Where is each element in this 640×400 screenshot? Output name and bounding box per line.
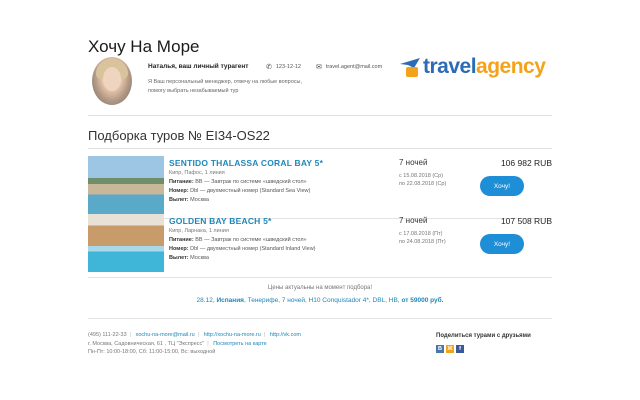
date-from: с 15.08.2018 (Ср) [399, 173, 444, 179]
footer-map-link[interactable]: Посмотреть на карте [213, 341, 267, 347]
site-title: Хочу На Море [88, 37, 200, 56]
offer-country: Испания [216, 297, 244, 304]
hotel-name[interactable]: GOLDEN BAY BEACH 5* [169, 216, 272, 226]
meal-label: Питание: [169, 237, 194, 243]
tour-nights: 7 ночей [399, 158, 428, 167]
logo-mark-icon [400, 56, 422, 78]
tour-card: SENTIDO THALASSA CORAL BAY 5* Кипр, Пафо… [88, 156, 552, 214]
share-icons: В Ж f [436, 345, 464, 353]
prices-actual-note: Цены актуальны на момент подбора! [267, 285, 373, 291]
room-value: Dbl — двухместный номер (Standard Sea Vi… [190, 188, 311, 194]
odnoklassniki-share-icon[interactable]: Ж [446, 345, 454, 353]
agent-email[interactable]: ✉ travel.agent@mail.com [316, 63, 382, 71]
footer-links-row: (495) 111-22-33 | xochu-na-more@mail.ru | … [88, 332, 301, 338]
email-template: Хочу На Море Наталья, ваш личный тураген… [88, 0, 552, 400]
hotel-location: Кипр, Пафос, 1 линия [169, 170, 225, 176]
date-to: по 24.08.2018 (Пт) [399, 239, 446, 245]
footer-site-link[interactable]: http://xochu-na-more.ru [204, 332, 261, 338]
room-label: Номер: [169, 246, 189, 252]
envelope-icon: ✉ [316, 64, 322, 71]
offer-price: от 59000 руб. [401, 297, 444, 304]
footer-contacts: (495) 111-22-33 | xochu-na-more@mail.ru | … [88, 331, 301, 357]
logo-word-travel: travel [423, 55, 477, 78]
room-info: Номер: Dbl — двухместный номер (Standard… [169, 188, 310, 194]
footer-phone[interactable]: (495) 111-22-33 [88, 332, 127, 338]
header-divider [88, 115, 552, 116]
meal-value: BB — Завтрак по системе «шведский стол» [195, 179, 307, 185]
footer-hours: Пн-Пт: 10:00-18:00, Сб: 11:00-15:00, Вс:… [88, 349, 216, 355]
departure-info: Вылет: Москва [169, 197, 209, 203]
meal-value: BB — Завтрак по системе «шведский стол» [195, 237, 307, 243]
meal-info: Питание: BB — Завтрак по системе «шведск… [169, 179, 307, 185]
footer-email-link[interactable]: xochu-na-more@mail.ru [136, 332, 195, 338]
tour-price: 106 982 RUB [500, 158, 552, 168]
agent-phone-text: 123-12-12 [275, 64, 301, 70]
facebook-share-icon[interactable]: f [456, 345, 464, 353]
tour-price: 107 508 RUB [500, 216, 552, 226]
hotel-name[interactable]: SENTIDO THALASSA CORAL BAY 5* [169, 158, 323, 168]
room-label: Номер: [169, 188, 189, 194]
hotel-photo[interactable] [88, 156, 164, 214]
tour-card: GOLDEN BAY BEACH 5* Кипр, Ларнака, 1 лин… [88, 214, 552, 272]
selection-title: Подборка туров № EI34-OS22 [88, 128, 270, 143]
phone-icon: ✆ [266, 64, 272, 71]
agent-name: Наталья, ваш личный турагент [148, 63, 249, 70]
footer-divider [88, 318, 552, 319]
avatar-face [103, 67, 121, 91]
want-button[interactable]: Хочу! [480, 234, 524, 254]
departure-label: Вылет: [169, 255, 189, 261]
departure-label: Вылет: [169, 197, 189, 203]
room-value: Dbl — двухместный номер (Standard Inland… [190, 246, 316, 252]
agent-description: Я Ваш персональный менеджер, отвечу на л… [148, 79, 303, 94]
departure-value: Москва [190, 197, 209, 203]
tours-end-divider [88, 277, 552, 278]
room-info: Номер: Dbl — двухместный номер (Standard… [169, 246, 316, 252]
departure-value: Москва [190, 255, 209, 261]
agent-email-text: travel.agent@mail.com [325, 64, 383, 70]
meal-info: Питание: BB — Завтрак по системе «шведск… [169, 237, 307, 243]
selection-divider [88, 148, 552, 149]
offer-date: 28.12, [196, 297, 217, 304]
offer-details: , Тенерифе, 7 ночей, H10 Conquistador 4*… [243, 297, 402, 304]
date-to: по 22.08.2018 (Ср) [399, 181, 447, 187]
want-button[interactable]: Хочу! [480, 176, 524, 196]
meal-label: Питание: [169, 179, 194, 185]
special-offer[interactable]: 28.12, Испания, Тенерифе, 7 ночей, H10 C… [88, 297, 552, 304]
agent-avatar [92, 57, 132, 105]
vk-share-icon[interactable]: В [436, 345, 444, 353]
date-from: с 17.08.2018 (Пт) [399, 231, 443, 237]
departure-info: Вылет: Москва [169, 255, 209, 261]
footer-address-row: г. Москва, Садовническая, 61 , ТЦ "Экспр… [88, 340, 267, 347]
footer-vk-link[interactable]: http://vk.com [270, 332, 301, 338]
footer-address: г. Москва, Садовническая, 61 , ТЦ "Экспр… [88, 340, 205, 347]
tour-nights: 7 ночей [399, 216, 428, 225]
hotel-location: Кипр, Ларнака, 1 линия [169, 228, 229, 234]
share-title: Поделиться турами с друзьями [436, 333, 531, 339]
logo-word-agency: agency [476, 55, 546, 78]
travelagency-logo[interactable]: travel agency [400, 53, 546, 81]
hotel-photo[interactable] [88, 214, 164, 272]
agent-phone[interactable]: ✆ 123-12-12 [266, 63, 301, 71]
